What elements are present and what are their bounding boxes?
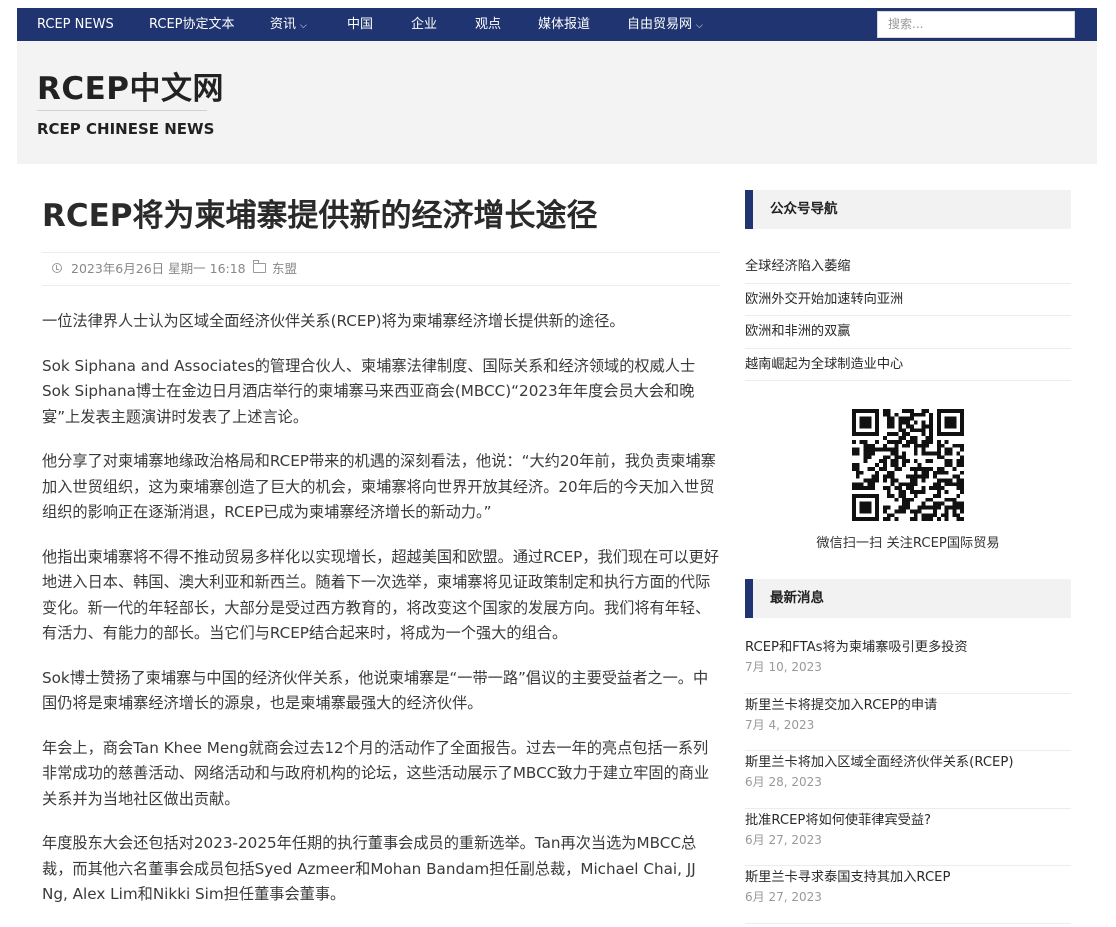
site-header: RCEP中文网 RCEP CHINESE NEWS xyxy=(17,41,1097,164)
nav-item-enterprise[interactable]: 企业 xyxy=(411,8,437,41)
news-title-link[interactable]: RCEP和FTAs将为柬埔寨吸引更多投资 xyxy=(745,638,1071,658)
page-frame: RCEP NEWS RCEP协定文本 资讯 ⌵ 中国 企业 观点 媒体报道 自由贸… xyxy=(17,8,1097,924)
news-title-link[interactable]: 斯里兰卡寻求泰国支持其加入RCEP xyxy=(745,868,1071,888)
news-title-link[interactable]: 批准RCEP将如何使菲律宾受益? xyxy=(745,811,1071,831)
article-paragraph: 他分享了对柬埔寨地缘政治格局和RCEP带来的机遇的深刻看法，他说：“大约20年前… xyxy=(42,452,716,521)
nav-item-rcep-news[interactable]: RCEP NEWS xyxy=(37,8,114,41)
site-title[interactable]: RCEP中文网 xyxy=(37,63,224,108)
article-body: 一位法律界人士认为区域全面经济伙伴关系(RCEP)将为柬埔寨经济增长提供新的途径… xyxy=(42,309,722,927)
news-date: 6月 27, 2023 xyxy=(745,832,822,847)
title-divider xyxy=(37,110,207,111)
wechat-nav-link[interactable]: 欧洲外交开始加速转向亚洲 xyxy=(745,284,1071,316)
news-date: 7月 4, 2023 xyxy=(745,717,815,732)
article-paragraph: 他指出柬埔寨将不得不推动贸易多样化以实现增长，超越美国和欧盟。通过RCEP，我们… xyxy=(42,547,720,643)
article-paragraph: 年会上，商会Tan Khee Meng就商会过去12个月的活动作了全面报告。过去… xyxy=(42,738,710,808)
article-meta: 2023年6月26日 星期一 16:18 东盟 xyxy=(42,252,720,286)
article-paragraph: Sok Siphana and Associates的管理合伙人、柬埔寨法律制度… xyxy=(42,356,696,426)
clock-icon xyxy=(52,263,62,273)
chevron-down-icon: ⌵ xyxy=(300,21,307,31)
nav-item-china[interactable]: 中国 xyxy=(347,8,373,41)
top-nav: RCEP NEWS RCEP协定文本 资讯 ⌵ 中国 企业 观点 媒体报道 自由贸… xyxy=(17,8,1097,41)
nav-item-news[interactable]: 资讯 ⌵ xyxy=(270,8,307,41)
site-subtitle: RCEP CHINESE NEWS xyxy=(37,120,215,138)
latest-news-list: RCEP和FTAs将为柬埔寨吸引更多投资 7月 10, 2023 斯里兰卡将提交… xyxy=(745,636,1071,924)
article-paragraph: Sok博士赞扬了柬埔寨与中国的经济伙伴关系，他说柬埔寨是“一带一路”倡议的主要受… xyxy=(42,668,709,713)
news-date: 6月 27, 2023 xyxy=(745,890,822,904)
list-item: RCEP和FTAs将为柬埔寨吸引更多投资 7月 10, 2023 xyxy=(745,636,1071,694)
news-title-link[interactable]: 斯里兰卡将加入区域全面经济伙伴关系(RCEP) xyxy=(745,753,1071,773)
article-paragraph: 一位法律界人士认为区域全面经济伙伴关系(RCEP)将为柬埔寨经济增长提供新的途径… xyxy=(42,312,625,330)
news-date: 7月 10, 2023 xyxy=(745,660,822,674)
list-item: 斯里兰卡寻求泰国支持其加入RCEP 6月 27, 2023 xyxy=(745,866,1071,924)
list-item: 批准RCEP将如何使菲律宾受益? 6月 27, 2023 xyxy=(745,809,1071,866)
article-title: RCEP将为柬埔寨提供新的经济增长途径 xyxy=(42,198,598,234)
nav-item-media[interactable]: 媒体报道 xyxy=(538,8,590,41)
latest-news-heading: 最新消息 xyxy=(745,579,1071,618)
chevron-down-icon: ⌵ xyxy=(696,21,703,31)
wechat-nav-link[interactable]: 越南崛起为全球制造业中心 xyxy=(745,349,1071,381)
nav-item-free-trade[interactable]: 自由贸易网 ⌵ xyxy=(627,8,703,41)
wechat-nav-heading: 公众号导航 xyxy=(745,190,1071,229)
folder-icon xyxy=(253,260,266,273)
wechat-nav-link[interactable]: 全球经济陷入萎缩 xyxy=(745,251,1071,284)
article-paragraph: 年度股东大会还包括对2023-2025年任期的执行董事会成员的重新选举。Tan再… xyxy=(42,834,697,903)
wechat-nav-link[interactable]: 欧洲和非洲的双赢 xyxy=(745,316,1071,349)
list-item: 斯里兰卡将提交加入RCEP的申请 7月 4, 2023 xyxy=(745,694,1071,751)
qr-caption: 微信扫一扫 关注RCEP国际贸易 xyxy=(816,536,1000,551)
wechat-nav-list: 全球经济陷入萎缩 欧洲外交开始加速转向亚洲 欧洲和非洲的双赢 越南崛起为全球制造… xyxy=(745,251,1071,381)
nav-item-agreement-text[interactable]: RCEP协定文本 xyxy=(149,8,235,41)
article-date: 2023年6月26日 星期一 16:18 xyxy=(71,261,246,276)
wechat-qr-code xyxy=(852,409,964,521)
list-item: 斯里兰卡将加入区域全面经济伙伴关系(RCEP) 6月 28, 2023 xyxy=(745,751,1071,809)
search-input[interactable]: 搜索... xyxy=(877,11,1075,38)
nav-item-opinion[interactable]: 观点 xyxy=(475,8,501,41)
news-date: 6月 28, 2023 xyxy=(745,775,822,789)
article-category-link[interactable]: 东盟 xyxy=(272,253,297,285)
news-title-link[interactable]: 斯里兰卡将提交加入RCEP的申请 xyxy=(745,696,1071,716)
